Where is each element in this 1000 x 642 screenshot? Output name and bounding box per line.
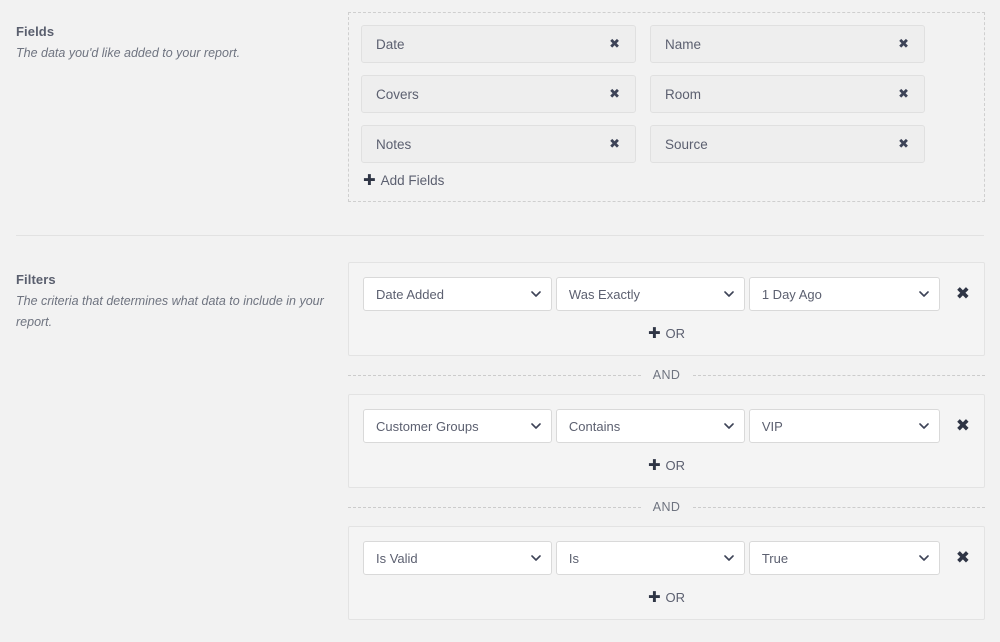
filter-field-value: Is Valid bbox=[376, 550, 418, 566]
chevron-down-icon bbox=[724, 421, 734, 431]
report-builder-page: Fields The data you'd like added to your… bbox=[0, 0, 1000, 642]
add-or-button[interactable]: ✚ OR bbox=[647, 456, 686, 474]
filter-operator-select[interactable]: Was Exactly bbox=[555, 277, 745, 311]
add-or-label: OR bbox=[665, 458, 686, 473]
close-icon[interactable]: ✖ bbox=[895, 36, 912, 53]
chevron-down-icon bbox=[724, 553, 734, 563]
filters-section-label: Filters The criteria that determines wha… bbox=[16, 272, 331, 332]
chevron-down-icon bbox=[918, 289, 929, 299]
and-separator: AND bbox=[348, 488, 985, 526]
fields-section-label: Fields The data you'd like added to your… bbox=[16, 24, 331, 64]
filter-field-value: Customer Groups bbox=[376, 418, 479, 434]
remove-filter-icon[interactable]: ✖ bbox=[956, 549, 970, 567]
close-icon[interactable]: ✖ bbox=[606, 86, 623, 103]
close-icon[interactable]: ✖ bbox=[895, 86, 912, 103]
fields-section-title: Fields bbox=[16, 24, 55, 39]
filter-operator-select[interactable]: Is bbox=[555, 541, 745, 575]
filters-section-title: Filters bbox=[16, 272, 56, 287]
filter-field-select[interactable]: Date Added bbox=[363, 277, 552, 311]
field-chip-label: Notes bbox=[376, 136, 412, 152]
chevron-down-icon bbox=[724, 289, 734, 299]
section-divider bbox=[16, 235, 984, 236]
add-fields-label: Add Fields bbox=[380, 173, 445, 188]
add-or-button[interactable]: ✚ OR bbox=[647, 588, 686, 606]
field-chip[interactable]: Source ✖ bbox=[650, 125, 925, 163]
fields-section-description: The data you'd like added to your report… bbox=[16, 46, 241, 60]
field-chip[interactable]: Room ✖ bbox=[650, 75, 925, 113]
fields-dropzone[interactable]: Date ✖ Name ✖ Covers ✖ Room ✖ Notes ✖ So… bbox=[348, 12, 985, 202]
add-or-button[interactable]: ✚ OR bbox=[647, 324, 686, 342]
and-label: AND bbox=[644, 500, 689, 514]
filters-section-description: The criteria that determines what data t… bbox=[16, 294, 324, 329]
add-or-label: OR bbox=[665, 590, 686, 605]
filter-group: Customer Groups Contains VIP ✖ ✚ OR bbox=[348, 394, 985, 488]
field-chip-label: Date bbox=[376, 36, 405, 52]
filter-value-value: True bbox=[761, 550, 789, 566]
field-chip[interactable]: Date ✖ bbox=[361, 25, 636, 63]
plus-icon: ✚ bbox=[647, 456, 661, 474]
add-or-row: ✚ OR bbox=[363, 325, 970, 345]
chevron-down-icon bbox=[918, 421, 929, 431]
filter-field-value: Date Added bbox=[376, 286, 444, 302]
filter-operator-value: Was Exactly bbox=[568, 286, 640, 302]
add-or-row: ✚ OR bbox=[363, 457, 970, 477]
close-icon[interactable]: ✖ bbox=[606, 36, 623, 53]
add-or-row: ✚ OR bbox=[363, 589, 970, 609]
chevron-down-icon bbox=[531, 289, 541, 299]
chevron-down-icon bbox=[531, 421, 541, 431]
filter-field-select[interactable]: Customer Groups bbox=[363, 409, 552, 443]
field-chip-label: Source bbox=[665, 136, 708, 152]
filter-operator-value: Contains bbox=[568, 418, 621, 434]
filter-field-select[interactable]: Is Valid bbox=[363, 541, 552, 575]
field-chip-label: Name bbox=[665, 36, 702, 52]
filter-row: Customer Groups Contains VIP ✖ bbox=[363, 409, 970, 443]
filter-value-select[interactable]: 1 Day Ago bbox=[748, 277, 940, 311]
field-chip[interactable]: Name ✖ bbox=[650, 25, 925, 63]
filter-row: Is Valid Is True ✖ bbox=[363, 541, 970, 575]
close-icon[interactable]: ✖ bbox=[606, 136, 623, 153]
field-chip[interactable]: Covers ✖ bbox=[361, 75, 636, 113]
filter-operator-select[interactable]: Contains bbox=[555, 409, 745, 443]
chevron-down-icon bbox=[918, 553, 929, 563]
field-chip-label: Room bbox=[665, 86, 702, 102]
field-chip-label: Covers bbox=[376, 86, 419, 102]
field-chip[interactable]: Notes ✖ bbox=[361, 125, 636, 163]
remove-filter-icon[interactable]: ✖ bbox=[956, 417, 970, 435]
and-separator: AND bbox=[348, 356, 985, 394]
filter-operator-value: Is bbox=[568, 550, 580, 566]
add-fields-button[interactable]: ✚ Add Fields bbox=[363, 171, 445, 189]
filter-group: Is Valid Is True ✖ ✚ OR bbox=[348, 526, 985, 620]
chevron-down-icon bbox=[531, 553, 541, 563]
add-or-label: OR bbox=[665, 326, 686, 341]
filter-value-value: 1 Day Ago bbox=[761, 286, 822, 302]
plus-icon: ✚ bbox=[647, 324, 661, 342]
plus-icon: ✚ bbox=[647, 588, 661, 606]
filters-list: Date Added Was Exactly 1 Day Ago ✖ ✚ OR … bbox=[348, 262, 985, 620]
remove-filter-icon[interactable]: ✖ bbox=[956, 285, 970, 303]
and-label: AND bbox=[644, 368, 689, 382]
close-icon[interactable]: ✖ bbox=[895, 136, 912, 153]
filter-row: Date Added Was Exactly 1 Day Ago ✖ bbox=[363, 277, 970, 311]
plus-icon: ✚ bbox=[363, 171, 376, 189]
filter-group: Date Added Was Exactly 1 Day Ago ✖ ✚ OR bbox=[348, 262, 985, 356]
fields-chip-list: Date ✖ Name ✖ Covers ✖ Room ✖ Notes ✖ So… bbox=[349, 13, 984, 163]
filter-value-value: VIP bbox=[761, 418, 783, 434]
filter-value-select[interactable]: VIP bbox=[748, 409, 940, 443]
filter-value-select[interactable]: True bbox=[748, 541, 940, 575]
